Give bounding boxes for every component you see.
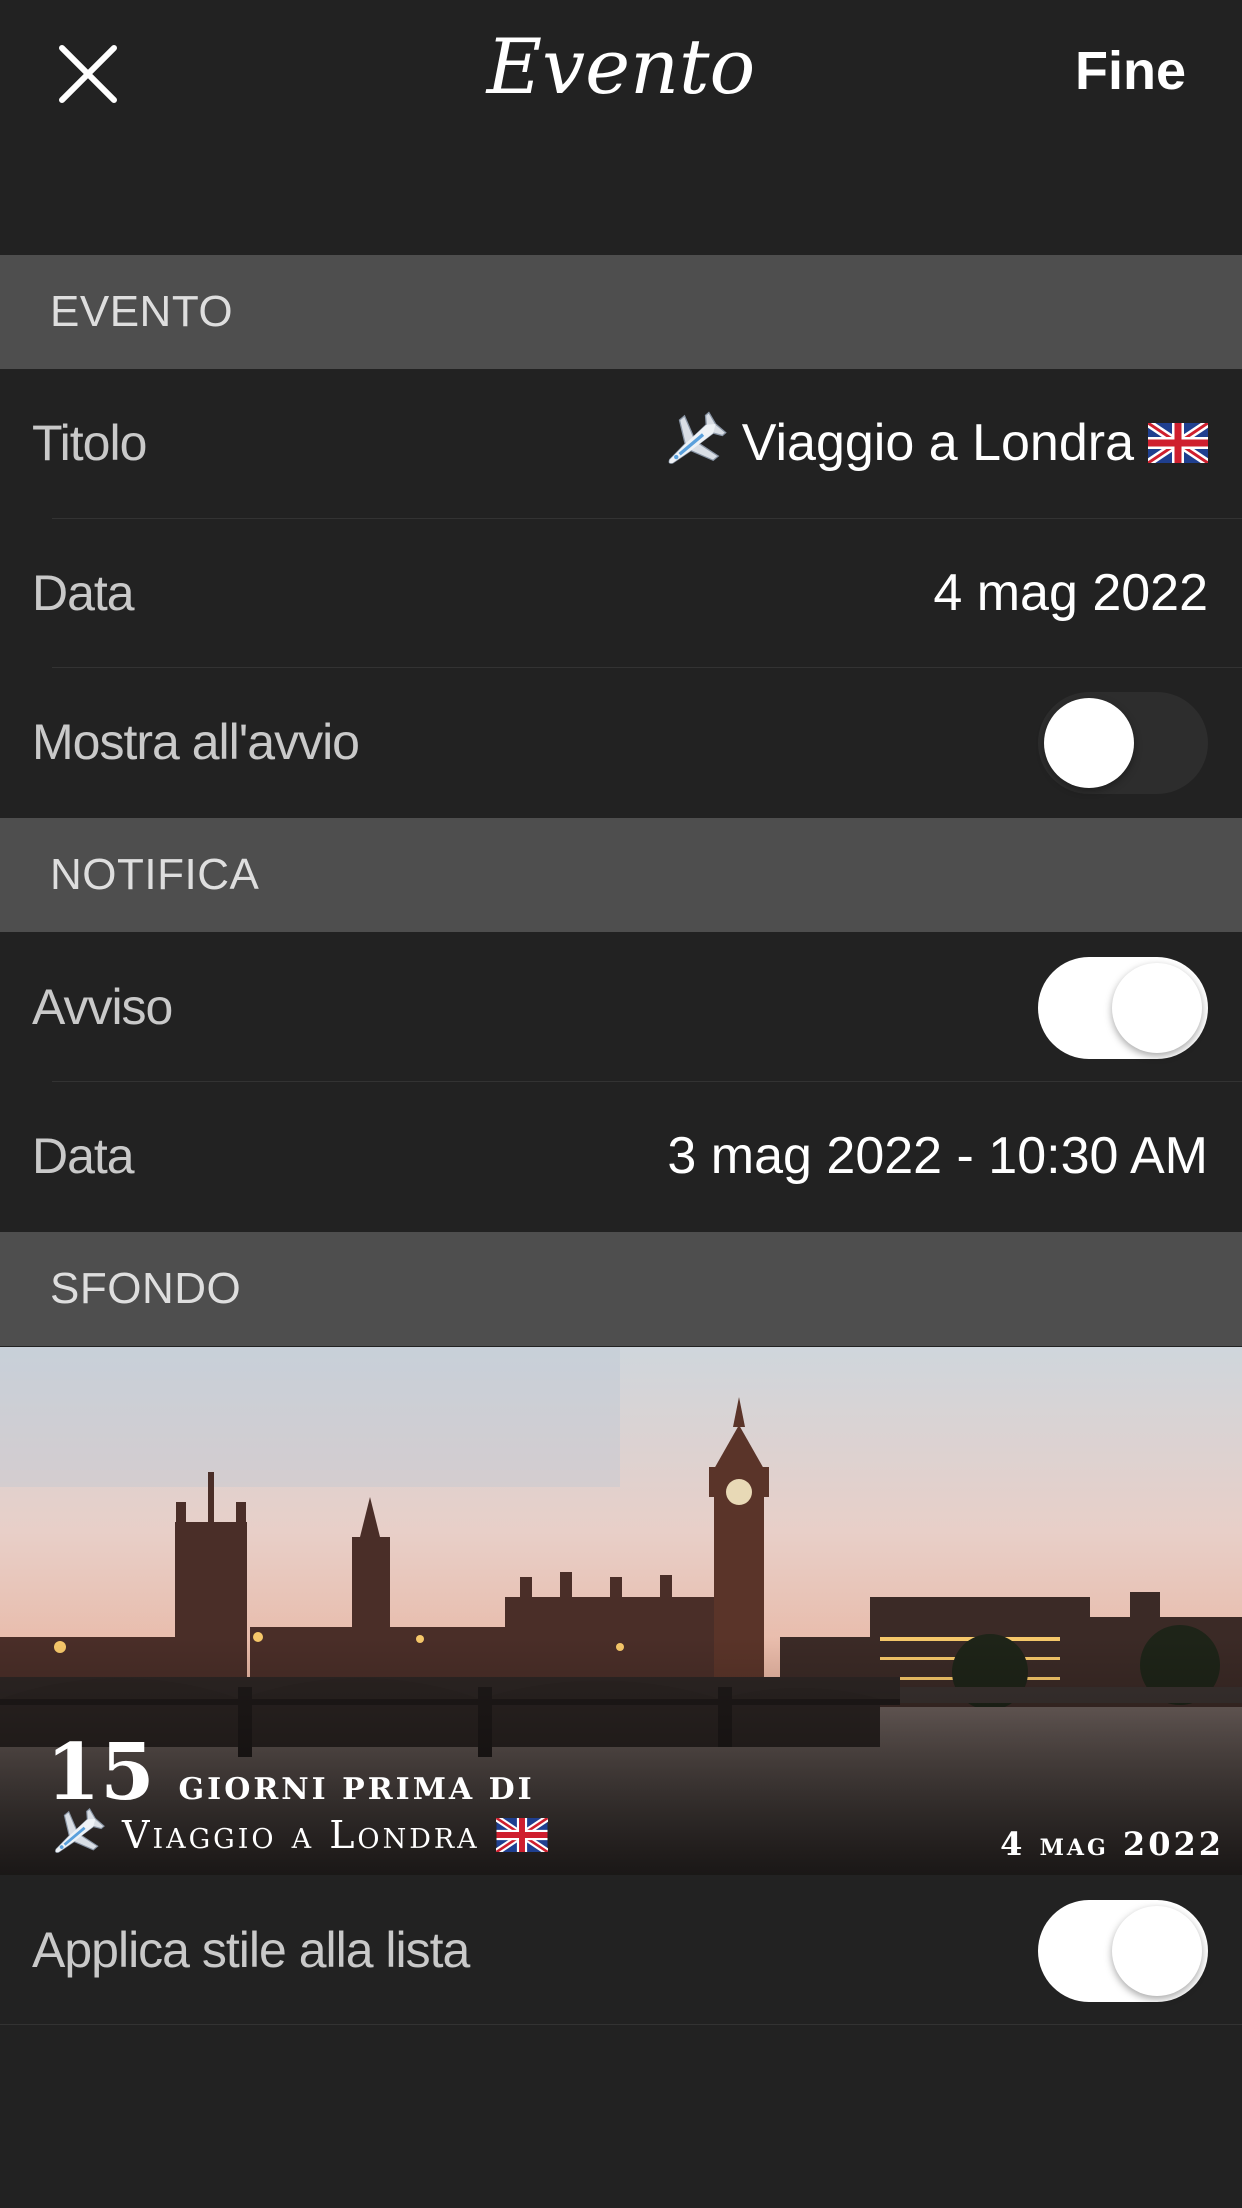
alert-row: Avviso bbox=[0, 933, 1242, 1081]
divider bbox=[0, 2024, 1242, 2025]
show-on-launch-label: Mostra all'avvio bbox=[32, 714, 360, 770]
section-header-event: EVENTO bbox=[0, 255, 1242, 369]
event-date-row[interactable]: Data 4 mag 2022 bbox=[0, 519, 1242, 667]
title-value[interactable]: Viaggio a Londra bbox=[658, 369, 1208, 517]
show-on-launch-row: Mostra all'avvio bbox=[0, 668, 1242, 816]
uk-flag-icon bbox=[1148, 423, 1208, 463]
toggle-knob bbox=[1112, 963, 1202, 1053]
notification-date-label: Data bbox=[32, 1128, 135, 1184]
alert-label: Avviso bbox=[32, 979, 173, 1035]
show-on-launch-toggle[interactable] bbox=[1038, 692, 1208, 794]
apply-style-toggle[interactable] bbox=[1038, 1900, 1208, 2002]
days-text: giorni prima di bbox=[178, 1772, 535, 1807]
airplane-icon bbox=[658, 408, 728, 478]
title-label: Titolo bbox=[32, 415, 147, 471]
alert-toggle[interactable] bbox=[1038, 957, 1208, 1059]
event-date-value[interactable]: 4 mag 2022 bbox=[933, 519, 1208, 667]
section-header-notification: NOTIFICA bbox=[0, 818, 1242, 932]
notification-date-value[interactable]: 3 mag 2022 - 10:30 AM bbox=[667, 1082, 1208, 1230]
event-date-label: Data bbox=[32, 565, 135, 621]
notification-date-row[interactable]: Data 3 mag 2022 - 10:30 AM bbox=[0, 1082, 1242, 1230]
background-preview[interactable]: 15 giorni prima di Viaggio a Londra 4 ma… bbox=[0, 1347, 1242, 1875]
navigation-bar: Evento Fine bbox=[0, 0, 1242, 255]
apply-style-label: Applica stile alla lista bbox=[32, 1922, 470, 1978]
title-text: Viaggio a Londra bbox=[741, 414, 1134, 472]
toggle-knob bbox=[1112, 1906, 1202, 1996]
uk-flag-icon bbox=[496, 1818, 548, 1852]
overlay-title-text: Viaggio a Londra bbox=[122, 1813, 480, 1857]
title-row[interactable]: Titolo Viaggio a Londra bbox=[0, 369, 1242, 517]
done-button[interactable]: Fine bbox=[1075, 40, 1186, 102]
page-title: Evento bbox=[486, 22, 756, 111]
section-header-background: SFONDO bbox=[0, 1232, 1242, 1346]
apply-style-row: Applica stile alla lista bbox=[0, 1876, 1242, 2024]
overlay-event-date: 4 mag 2022 bbox=[1000, 1825, 1224, 1863]
overlay-event-title: Viaggio a Londra bbox=[46, 1805, 548, 1865]
airplane-icon bbox=[46, 1805, 106, 1865]
toggle-knob bbox=[1044, 698, 1134, 788]
